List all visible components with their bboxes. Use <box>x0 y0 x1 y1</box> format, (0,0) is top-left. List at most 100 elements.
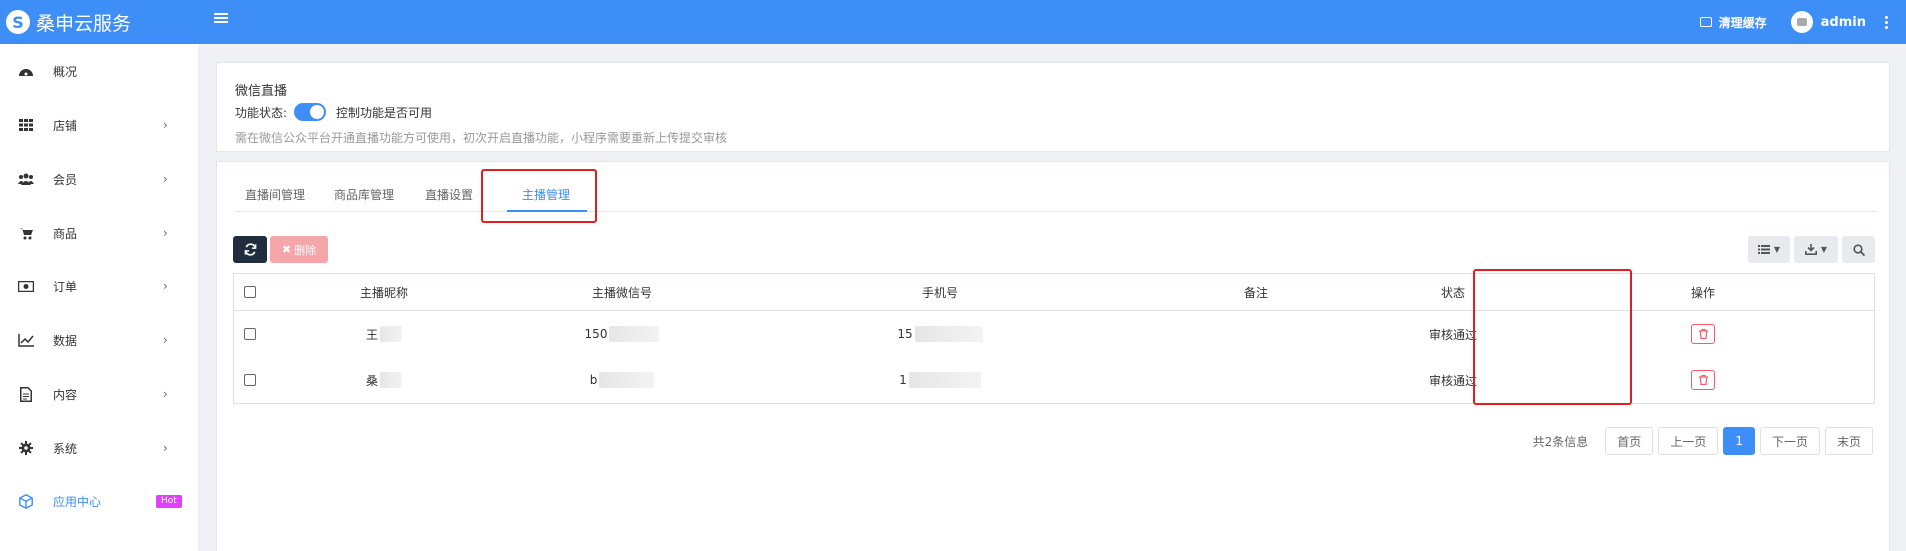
row-checkbox[interactable] <box>244 328 256 340</box>
first-page-button[interactable]: 首页 <box>1605 427 1654 455</box>
close-icon: ✖ <box>281 243 292 256</box>
trash-icon <box>1698 329 1708 339</box>
delete-button[interactable]: ✖ 删除 <box>270 236 328 263</box>
anchor-phone: 1 <box>899 373 907 387</box>
row-checkbox[interactable] <box>244 374 256 386</box>
sidebar-item-label: 订单 <box>53 279 78 294</box>
plugin-title: 微信直播 <box>235 84 288 99</box>
anchor-nickname: 王 <box>365 327 378 342</box>
sidebar-item-label: 商品 <box>53 226 78 241</box>
avatar[interactable] <box>1790 11 1813 33</box>
search-button[interactable] <box>1842 236 1875 263</box>
column-header[interactable]: 主播微信号 <box>502 274 742 310</box>
redacted-blur <box>380 326 402 342</box>
anchor-wechat: b <box>589 373 598 387</box>
chevron-right-icon: › <box>163 226 168 240</box>
redacted-blur <box>908 372 981 388</box>
caret-down-icon: ▼ <box>1773 245 1781 254</box>
sidebar: 概况 店铺 › 会员 › 商品 › 订单 › 数据 › 内容 › 系统 › 应用… <box>0 44 198 551</box>
plugin-info-card: 微信直播 功能状态: 控制功能是否可用 需在微信公众平台开通直播功能方可使用，初… <box>216 62 1890 152</box>
clear-cache-button[interactable]: 清理缓存 <box>1699 14 1767 31</box>
redacted-blur <box>609 326 660 342</box>
pagination-total: 共2条信息 <box>1532 434 1589 449</box>
sidebar-item-system[interactable]: 系统 › <box>0 428 198 468</box>
status-row: 功能状态: 控制功能是否可用 <box>235 103 432 121</box>
chevron-right-icon: › <box>163 333 168 347</box>
download-icon <box>1804 244 1817 255</box>
caret-down-icon: ▼ <box>1820 245 1828 254</box>
columns-toggle-button[interactable]: ▼ <box>1748 236 1790 263</box>
tab-live-rooms[interactable]: 直播间管理 <box>245 186 305 203</box>
brand-logo-icon: S <box>6 10 30 34</box>
chevron-right-icon: › <box>163 279 168 293</box>
document-icon <box>18 386 34 402</box>
sidebar-item-content[interactable]: 内容 › <box>0 374 198 414</box>
main-card: 直播间管理 商品库管理 直播设置 主播管理 ✖ 删除 ▼ ▼ 主播昵称 主播微信… <box>216 161 1890 551</box>
menu-toggle-icon[interactable] <box>214 11 228 25</box>
sidebar-item-data[interactable]: 数据 › <box>0 320 198 360</box>
list-icon <box>1757 245 1770 254</box>
delete-button-label: 删除 <box>294 243 317 257</box>
column-header[interactable]: 手机号 <box>742 274 1138 310</box>
sidebar-item-label: 数据 <box>53 333 78 348</box>
anchor-phone: 15 <box>897 327 913 341</box>
select-all-cell <box>234 274 266 310</box>
chevron-right-icon: › <box>163 387 168 401</box>
gear-icon <box>18 440 34 456</box>
anchor-remark <box>1138 311 1374 357</box>
hot-badge: Hot <box>156 494 182 508</box>
username[interactable]: admin <box>1821 15 1866 30</box>
basket-icon <box>1699 17 1712 27</box>
sidebar-item-label: 内容 <box>53 387 78 402</box>
current-page-button[interactable]: 1 <box>1723 427 1755 455</box>
trash-icon <box>1698 375 1708 385</box>
sidebar-item-app-center[interactable]: 应用中心 Hot <box>0 481 198 521</box>
anchor-nickname: 桑 <box>365 373 378 388</box>
sidebar-item-store[interactable]: 店铺 › <box>0 105 198 145</box>
more-menu-icon[interactable] <box>1880 15 1892 30</box>
sidebar-item-label: 会员 <box>53 172 78 187</box>
pagination: 共2条信息 首页 上一页 1 下一页 末页 <box>1533 427 1873 455</box>
brand[interactable]: S 桑申云服务 <box>0 0 198 44</box>
cube-icon <box>18 493 34 509</box>
cart-icon <box>18 225 34 241</box>
select-all-checkbox[interactable] <box>244 286 256 298</box>
refresh-icon <box>244 243 256 256</box>
tab-product-library[interactable]: 商品库管理 <box>334 186 394 203</box>
dashboard-icon <box>18 63 34 79</box>
tab-live-settings[interactable]: 直播设置 <box>425 186 473 203</box>
redacted-blur <box>380 372 402 388</box>
sidebar-item-members[interactable]: 会员 › <box>0 159 198 199</box>
money-icon <box>18 278 34 294</box>
search-icon <box>1852 243 1865 256</box>
chevron-right-icon: › <box>163 118 168 132</box>
refresh-button[interactable] <box>233 236 267 263</box>
sidebar-item-orders[interactable]: 订单 › <box>0 266 198 306</box>
row-delete-button[interactable] <box>1691 370 1715 390</box>
redacted-blur <box>599 372 655 388</box>
prev-page-button[interactable]: 上一页 <box>1658 427 1719 455</box>
chevron-right-icon: › <box>163 172 168 186</box>
row-delete-button[interactable] <box>1691 324 1715 344</box>
grid-icon <box>18 117 34 133</box>
sidebar-item-label: 店铺 <box>53 118 78 133</box>
next-page-button[interactable]: 下一页 <box>1759 427 1820 455</box>
status-column-highlight-box <box>1473 269 1632 405</box>
sidebar-item-label: 概况 <box>53 64 78 79</box>
user-icon <box>1796 18 1807 26</box>
line-chart-icon <box>18 332 34 348</box>
column-header[interactable]: 主播昵称 <box>266 274 502 310</box>
redacted-blur <box>914 326 983 342</box>
column-header[interactable]: 备注 <box>1138 274 1374 310</box>
sidebar-item-label: 系统 <box>53 441 78 456</box>
status-label: 功能状态: <box>235 105 288 120</box>
sidebar-item-products[interactable]: 商品 › <box>0 213 198 253</box>
brand-name: 桑申云服务 <box>36 12 132 35</box>
plugin-note: 需在微信公众平台开通直播功能方可使用，初次开启直播功能，小程序需要重新上传提交审… <box>235 131 728 145</box>
last-page-button[interactable]: 末页 <box>1824 427 1873 455</box>
export-button[interactable]: ▼ <box>1794 236 1838 263</box>
top-header: S 桑申云服务 清理缓存 admin <box>0 0 1906 44</box>
sidebar-item-overview[interactable]: 概况 <box>0 51 198 91</box>
tab-highlight-box <box>481 169 597 223</box>
feature-toggle[interactable] <box>294 103 327 121</box>
